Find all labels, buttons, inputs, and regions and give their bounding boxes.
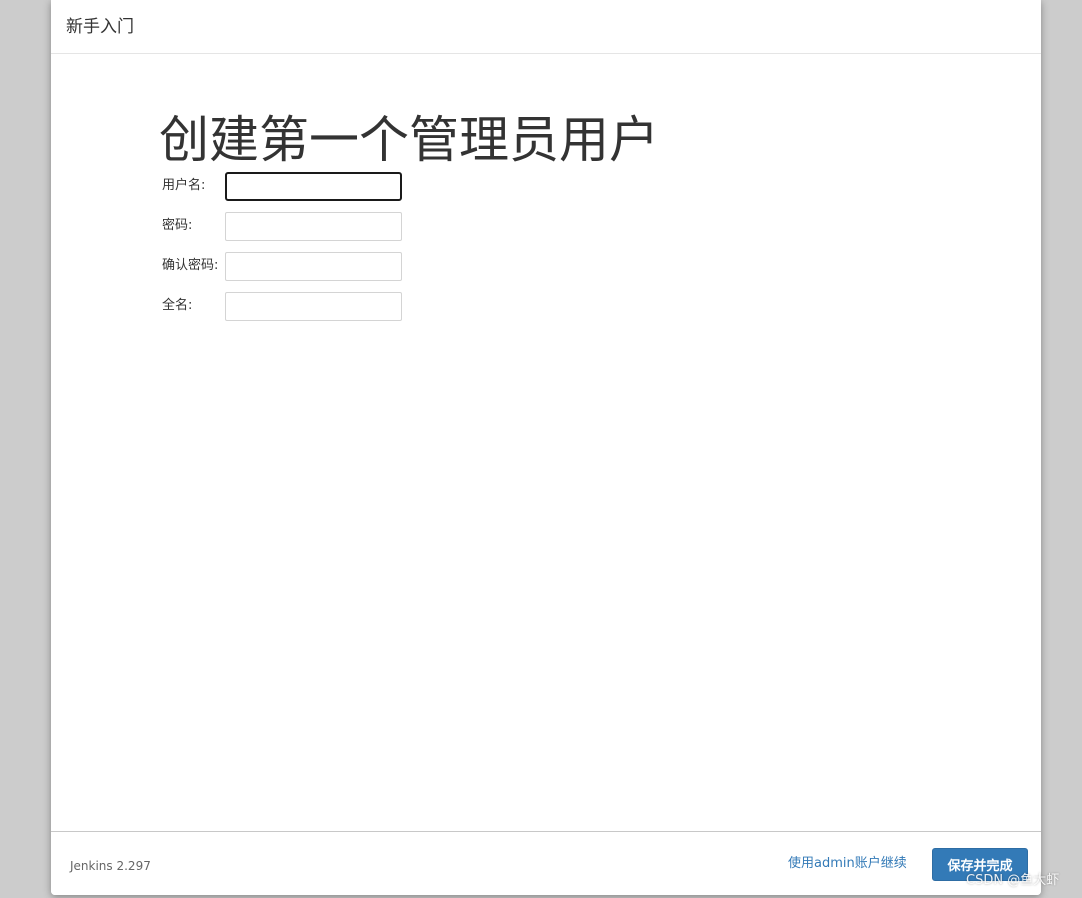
- fullname-input[interactable]: [225, 292, 402, 321]
- confirm-password-input[interactable]: [225, 252, 402, 281]
- username-row: 用户名:: [162, 172, 422, 202]
- confirm-password-row: 确认密码:: [162, 252, 422, 282]
- password-row: 密码:: [162, 212, 422, 242]
- page-title: 创建第一个管理员用户: [159, 111, 659, 169]
- watermark: CSDN @鱼大虾: [966, 873, 1060, 888]
- password-input[interactable]: [225, 212, 402, 241]
- fullname-label: 全名:: [162, 298, 193, 313]
- dialog-title: 新手入门: [66, 17, 134, 37]
- username-label: 用户名:: [162, 178, 206, 193]
- dialog-header: 新手入门: [51, 0, 1041, 54]
- username-input[interactable]: [225, 172, 402, 201]
- dialog-footer: Jenkins 2.297 使用admin账户继续 保存并完成: [51, 831, 1041, 895]
- setup-wizard-dialog: 新手入门 创建第一个管理员用户 用户名: 密码: 确认密码: 全名: Jenki…: [51, 0, 1041, 895]
- password-label: 密码:: [162, 218, 193, 233]
- confirm-password-label: 确认密码:: [162, 258, 219, 273]
- version-label: Jenkins 2.297: [70, 859, 151, 873]
- continue-as-admin-link[interactable]: 使用admin账户继续: [788, 855, 907, 873]
- fullname-row: 全名:: [162, 292, 422, 322]
